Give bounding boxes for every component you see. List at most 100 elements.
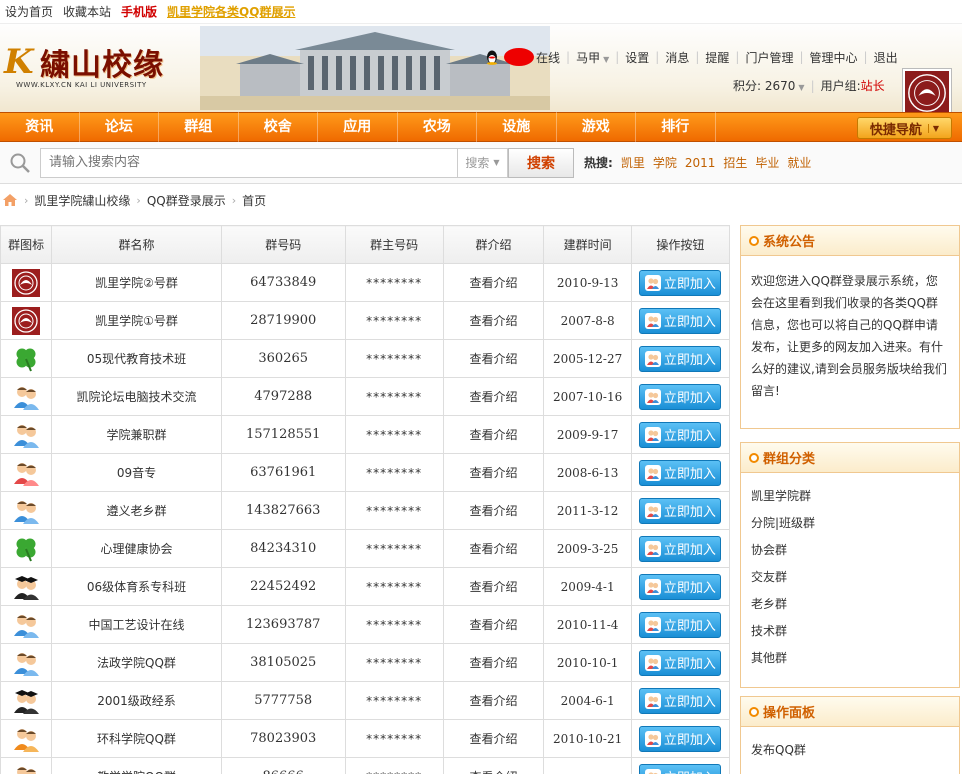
view-intro-link[interactable]: 查看介绍 [442,377,545,416]
breadcrumb-site[interactable]: 凯里学院繍山校缘 [34,192,130,209]
join-now-label: 立即加入 [663,467,716,482]
join-now-button[interactable]: 立即加入 [639,573,722,600]
category-link[interactable]: 凯里学院群 [751,489,811,503]
group-number: 5777758 [220,681,346,720]
divider: | [863,50,868,64]
view-intro-link[interactable]: 查看介绍 [442,301,545,340]
home-icon[interactable] [2,193,18,207]
join-now-button[interactable]: 立即加入 [639,649,722,676]
nav-news[interactable]: 资讯 [0,112,80,142]
settings-link[interactable]: 设置 [625,49,649,66]
hot-search-word[interactable]: 就业 [787,154,811,171]
join-now-button[interactable]: 立即加入 [639,307,722,334]
portal-admin-link[interactable]: 门户管理 [745,49,793,66]
promo-link[interactable]: 凯里学院各类QQ群展示 [167,3,295,20]
hot-search-word[interactable]: 2011 [685,156,716,170]
people-blue-group-icon [12,383,40,411]
join-group-icon [644,464,661,481]
operation-panel: 操作面板 发布QQ群 [740,696,960,774]
group-number: 84234310 [220,529,346,568]
mobile-version-link[interactable]: 手机版 [121,3,157,20]
view-intro-link[interactable]: 查看介绍 [442,605,545,644]
nav-games[interactable]: 游戏 [557,112,636,142]
join-now-button[interactable]: 立即加入 [639,611,722,638]
nav-apps[interactable]: 应用 [318,112,398,142]
nav-ranking[interactable]: 排行 [636,112,716,142]
join-now-button[interactable]: 立即加入 [639,497,722,524]
online-status: 在线 [536,50,561,65]
table-row: 2001级政经系 5777758 ******** 查看介绍 2004-6-1 立即加入 [0,681,731,720]
chevron-right-icon: › [136,193,141,207]
search-type-select[interactable]: 搜索 ▼ [458,147,508,178]
join-now-button[interactable]: 立即加入 [639,421,722,448]
hot-search-word[interactable]: 毕业 [755,154,779,171]
view-intro-link[interactable]: 查看介绍 [442,719,545,758]
quick-nav-button[interactable]: 快捷导航 ▼ [857,117,952,139]
search-button[interactable]: 搜索 [508,147,574,178]
join-now-button[interactable]: 立即加入 [639,725,722,752]
username-menu[interactable]: 马甲 ▼ [576,49,609,66]
school-emblem-icon[interactable] [902,68,952,118]
hot-search-word[interactable]: 招生 [723,154,747,171]
view-intro-link[interactable]: 查看介绍 [442,567,545,606]
nav-facilities[interactable]: 设施 [477,112,557,142]
category-link[interactable]: 技术群 [751,624,787,638]
search-input[interactable] [41,148,457,177]
set-homepage-link[interactable]: 设为首页 [5,3,53,20]
action-cell: 立即加入 [630,377,731,416]
view-intro-link[interactable]: 查看介绍 [442,491,545,530]
points: 积分: 2670 [733,79,796,93]
view-intro-link[interactable]: 查看介绍 [442,529,545,568]
site-logo[interactable]: K 繍山校缘 WWW.KLXY.CN KAI LI UNIVERSITY [2,38,178,94]
messages-link[interactable]: 消息 [665,49,689,66]
user-group-value[interactable]: 站长 [861,77,885,94]
category-link[interactable]: 交友群 [751,570,787,584]
breadcrumb-section[interactable]: QQ群登录展示 [147,192,226,209]
owner-number: ******** [344,719,444,758]
join-now-button[interactable]: 立即加入 [639,345,722,372]
join-now-button[interactable]: 立即加入 [639,383,722,410]
join-now-button[interactable]: 立即加入 [639,269,722,296]
view-intro-link[interactable]: 查看介绍 [442,263,545,302]
nav-farm[interactable]: 农场 [398,112,477,142]
bookmark-link[interactable]: 收藏本站 [63,3,111,20]
publish-qq-group-link[interactable]: 发布QQ群 [751,743,806,757]
table-header-row: 群图标 群名称 群号码 群主号码 群介绍 建群时间 操作按钮 [0,225,731,264]
owner-number: ******** [344,757,444,774]
nav-groups[interactable]: 群组 [159,112,239,142]
table-row: 06级体育系专科班 22452492 ******** 查看介绍 2009-4-1 立即加… [0,567,731,606]
nav-dorm[interactable]: 校舍 [239,112,318,142]
operation-list: 发布QQ群 [741,727,959,774]
points-menu[interactable]: 积分: 2670 ▼ [733,77,805,94]
join-now-button[interactable]: 立即加入 [639,535,722,562]
action-cell: 立即加入 [630,415,731,454]
admin-center-link[interactable]: 管理中心 [810,49,858,66]
category-link[interactable]: 老乡群 [751,597,787,611]
nav-forum[interactable]: 论坛 [80,112,159,142]
group-number: 78023903 [220,719,346,758]
owner-number: ******** [344,339,444,378]
join-now-label: 立即加入 [663,429,716,444]
category-link[interactable]: 其他群 [751,651,787,665]
view-intro-link[interactable]: 查看介绍 [442,339,545,378]
hot-search-word[interactable]: 学院 [653,154,677,171]
join-now-button[interactable]: 立即加入 [639,687,722,714]
join-now-button[interactable]: 立即加入 [639,763,722,774]
view-intro-link[interactable]: 查看介绍 [442,415,545,454]
view-intro-link[interactable]: 查看介绍 [442,681,545,720]
notice-title: 系统公告 [763,235,816,250]
breadcrumb-current[interactable]: 首页 [242,192,266,209]
owner-number: ******** [344,643,444,682]
hot-search-word[interactable]: 凯里 [621,154,645,171]
join-now-button[interactable]: 立即加入 [639,459,722,486]
category-link[interactable]: 协会群 [751,543,787,557]
group-icon-cell [0,415,53,454]
reminders-link[interactable]: 提醒 [705,49,729,66]
view-intro-link[interactable]: 查看介绍 [442,757,545,774]
category-link[interactable]: 分院|班级群 [751,516,815,530]
logo-text: 繍山校缘 [40,48,164,83]
view-intro-link[interactable]: 查看介绍 [442,643,545,682]
view-intro-link[interactable]: 查看介绍 [442,453,545,492]
logout-link[interactable]: 退出 [874,49,898,66]
created-date: 2011-3-12 [543,491,632,530]
